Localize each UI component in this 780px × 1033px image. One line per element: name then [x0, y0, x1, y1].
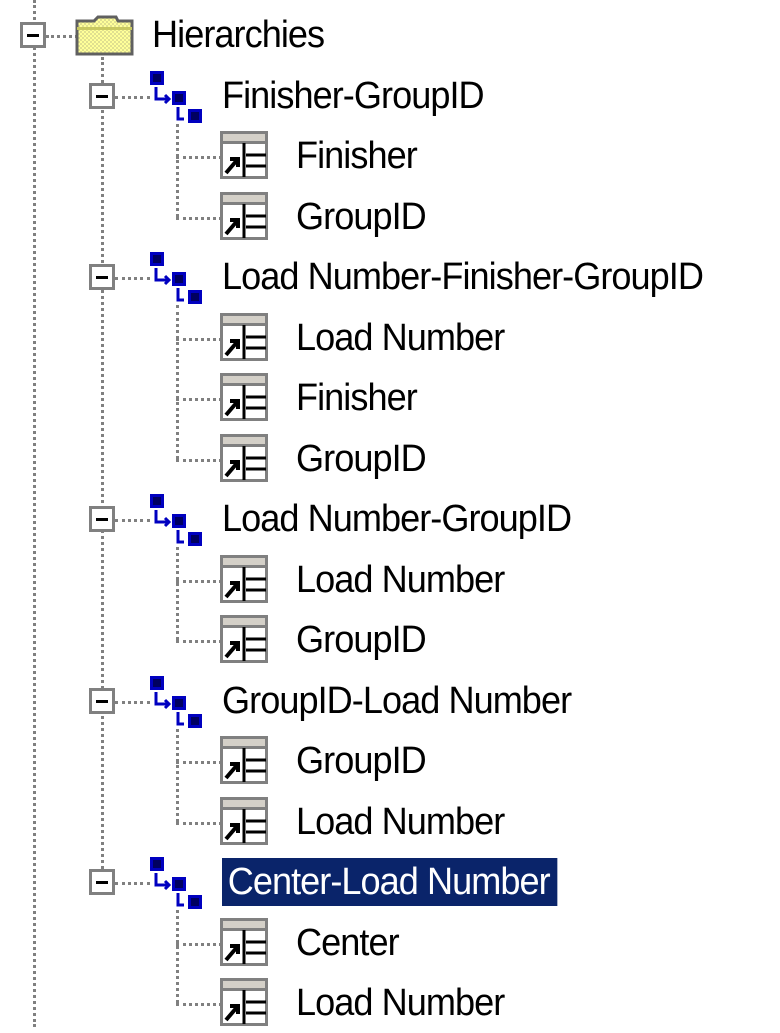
tree-node-level[interactable]: Load Number	[296, 556, 505, 604]
tree-node-hierarchy[interactable]: Load Number-GroupID	[222, 495, 572, 543]
tree-node-hierarchy[interactable]: Center-Load Number	[222, 858, 558, 906]
tree-node-level[interactable]: GroupID	[296, 616, 427, 664]
collapse-toggle[interactable]	[89, 82, 115, 109]
hierarchy-icon	[148, 674, 206, 732]
tree-node-level[interactable]: Finisher	[296, 132, 418, 180]
tree-connector-line	[115, 700, 150, 704]
tree-node-level[interactable]: GroupID	[296, 193, 427, 241]
tree-node-level[interactable]: Load Number	[296, 979, 505, 1027]
tree-connector-line	[33, 0, 36, 1027]
tree-node-hierarchy[interactable]: Finisher-GroupID	[222, 72, 485, 120]
tree-node-level[interactable]: Finisher	[296, 374, 418, 422]
tree-connector-line	[115, 519, 150, 522]
collapse-toggle[interactable]	[89, 264, 115, 290]
tree-node-level[interactable]: Load Number	[296, 798, 505, 846]
folder-icon	[74, 13, 136, 57]
level-icon	[220, 736, 270, 786]
tree-connector-line	[176, 123, 179, 217]
level-icon	[220, 433, 270, 484]
collapse-toggle[interactable]	[89, 869, 115, 895]
tree-connector-line	[176, 579, 222, 583]
tree-connector-line	[176, 910, 179, 1003]
tree-connector-line	[176, 640, 222, 643]
tree-node-level[interactable]: Load Number	[296, 314, 505, 362]
tree-connector-line	[115, 277, 150, 280]
tree-connector-line	[176, 156, 222, 159]
hierarchy-icon	[148, 855, 206, 913]
level-icon	[220, 554, 270, 605]
tree-connector-line	[176, 942, 222, 946]
tree-connector-line	[115, 95, 150, 99]
tree-connector-line	[176, 1003, 222, 1006]
tree-node-level[interactable]: Center	[296, 919, 400, 967]
tree-connector-line	[176, 216, 222, 220]
tree-connector-line	[176, 547, 179, 640]
level-icon	[220, 917, 270, 968]
hierarchy-icon	[148, 492, 206, 550]
tree-connector-line	[176, 458, 222, 462]
tree-node-hierarchy[interactable]: Load Number-Finisher-GroupID	[222, 253, 704, 301]
tree-connector-line	[176, 821, 222, 825]
tree-connector-line	[176, 761, 222, 764]
collapse-toggle[interactable]	[89, 506, 115, 532]
tree-node-hierarchy[interactable]: GroupID-Load Number	[222, 677, 572, 725]
level-icon	[220, 615, 270, 665]
level-icon	[220, 373, 270, 423]
tree-connector-line	[176, 305, 179, 459]
tree-node-level[interactable]: GroupID	[296, 737, 427, 785]
hierarchy-icon	[148, 250, 206, 308]
tree-node-hierarchies[interactable]: Hierarchies	[152, 11, 325, 59]
tree-connector-line	[176, 398, 222, 401]
collapse-toggle[interactable]	[20, 22, 46, 48]
level-icon	[220, 796, 270, 847]
tree-connector-line	[115, 882, 150, 885]
level-icon	[220, 131, 270, 181]
tree-node-level[interactable]: GroupID	[296, 435, 427, 483]
tree-connector-line	[101, 57, 104, 869]
level-icon	[220, 191, 270, 242]
collapse-toggle[interactable]	[89, 687, 115, 714]
tree-connector-line	[176, 728, 179, 822]
level-icon	[220, 978, 270, 1028]
level-icon	[220, 312, 270, 363]
hierarchy-icon	[148, 69, 206, 127]
tree-connector-line	[176, 337, 222, 341]
